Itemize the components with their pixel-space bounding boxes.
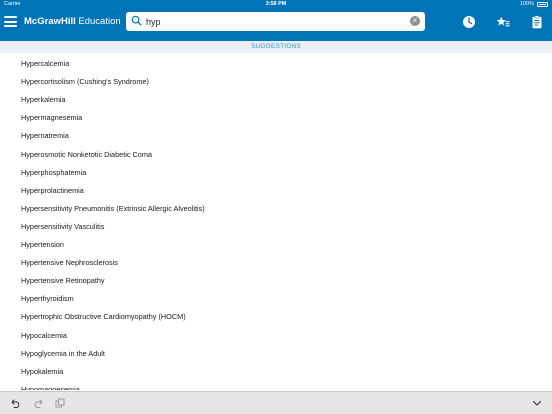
suggestion-item[interactable]: Hypocalcemia bbox=[0, 326, 552, 344]
suggestion-item[interactable]: Hyperprolactinemia bbox=[0, 181, 552, 199]
suggestion-label: Hyperosmotic Nonketotic Diabetic Coma bbox=[21, 149, 152, 159]
suggestion-label: Hyperprolactinemia bbox=[21, 185, 84, 195]
search-box[interactable]: × bbox=[126, 12, 425, 31]
suggestion-item[interactable]: Hypertensive Retinopathy bbox=[0, 271, 552, 289]
suggestion-item[interactable]: Hyperosmotic Nonketotic Diabetic Coma bbox=[0, 145, 552, 163]
suggestion-label: Hypokalemia bbox=[21, 366, 64, 376]
suggestion-item[interactable]: Hypertrophic Obstructive Cardiomyopathy … bbox=[0, 307, 552, 325]
brand-rest-text: Education bbox=[75, 16, 121, 27]
suggestion-label: Hyperthyroidism bbox=[21, 294, 74, 304]
suggestion-label: Hypertensive Retinopathy bbox=[21, 276, 105, 286]
search-input[interactable] bbox=[146, 14, 401, 29]
hamburger-menu-icon[interactable] bbox=[4, 16, 17, 27]
suggestion-label: Hypercalcemia bbox=[21, 59, 70, 68]
bottom-toolbar bbox=[0, 391, 552, 414]
suggestion-item[interactable]: Hypercortisolism (Cushing's Syndrome) bbox=[0, 72, 552, 90]
suggestion-item[interactable]: Hypersensitivity Vasculitis bbox=[0, 217, 552, 235]
suggestion-label: Hypercortisolism (Cushing's Syndrome) bbox=[21, 77, 149, 87]
clipboard-document-icon[interactable] bbox=[530, 15, 544, 29]
suggestion-item[interactable]: Hyperkalemia bbox=[0, 90, 552, 108]
suggestion-label: Hypersensitivity Pneumonitis (Extrinsic … bbox=[21, 203, 205, 213]
search-icon bbox=[131, 15, 142, 26]
suggestion-item[interactable]: Hyperthyroidism bbox=[0, 289, 552, 307]
suggestion-label: Hyperkalemia bbox=[21, 95, 66, 105]
suggestion-item[interactable]: Hypertension bbox=[0, 235, 552, 253]
top-navigation-bar: Carrier 3:58 PM 100% McGrawHill Educatio… bbox=[0, 0, 552, 41]
suggestion-label: Hypomagnesemia bbox=[21, 384, 80, 390]
suggestion-item[interactable]: Hypomagnesemia bbox=[0, 380, 552, 390]
suggestion-label: Hypertensive Nephrosclerosis bbox=[21, 258, 118, 268]
copy-icon[interactable] bbox=[55, 398, 65, 408]
suggestion-item[interactable]: Hypersensitivity Pneumonitis (Extrinsic … bbox=[0, 199, 552, 217]
chevron-down-icon[interactable] bbox=[532, 398, 542, 408]
history-clock-icon[interactable] bbox=[462, 15, 476, 29]
suggestion-item[interactable]: Hypermagnesemia bbox=[0, 108, 552, 126]
status-bar: Carrier 3:58 PM 100% bbox=[0, 0, 552, 9]
status-time: 3:58 PM bbox=[265, 1, 287, 7]
suggestion-item[interactable]: Hypernatremia bbox=[0, 126, 552, 144]
suggestion-item[interactable]: Hypoglycemia in the Adult bbox=[0, 344, 552, 362]
suggestion-item[interactable]: Hyperphosphatemia bbox=[0, 163, 552, 181]
suggestion-label: Hypersensitivity Vasculitis bbox=[21, 221, 105, 231]
suggestion-item[interactable]: Hypokalemia bbox=[0, 362, 552, 380]
suggestions-header: SUGGESTIONS bbox=[0, 41, 552, 53]
brand-logo: McGrawHill Education bbox=[24, 16, 121, 27]
suggestion-list: Hypercalcemia Hypercortisolism (Cushing's… bbox=[0, 54, 552, 390]
suggestion-item[interactable]: Hypercalcemia bbox=[0, 54, 552, 72]
suggestion-label: Hypoglycemia in the Adult bbox=[21, 348, 105, 358]
suggestion-label: Hypermagnesemia bbox=[21, 113, 83, 123]
suggestion-label: Hypertension bbox=[21, 240, 64, 249]
suggestion-label: Hyperphosphatemia bbox=[21, 167, 87, 177]
favorites-star-list-icon[interactable] bbox=[496, 15, 510, 29]
undo-icon[interactable] bbox=[11, 398, 21, 408]
brand-bold-text: McGrawHill bbox=[24, 16, 76, 27]
clear-icon[interactable]: × bbox=[410, 16, 420, 26]
redo-icon[interactable] bbox=[33, 398, 43, 408]
battery-percent: 100% bbox=[519, 1, 534, 7]
suggestion-item[interactable]: Hypertensive Nephrosclerosis bbox=[0, 253, 552, 271]
suggestion-label: Hypernatremia bbox=[21, 131, 69, 141]
suggestion-label: Hypertrophic Obstructive Cardiomyopathy … bbox=[21, 312, 186, 322]
battery-icon bbox=[537, 2, 548, 7]
suggestion-label: Hypocalcemia bbox=[21, 330, 67, 340]
